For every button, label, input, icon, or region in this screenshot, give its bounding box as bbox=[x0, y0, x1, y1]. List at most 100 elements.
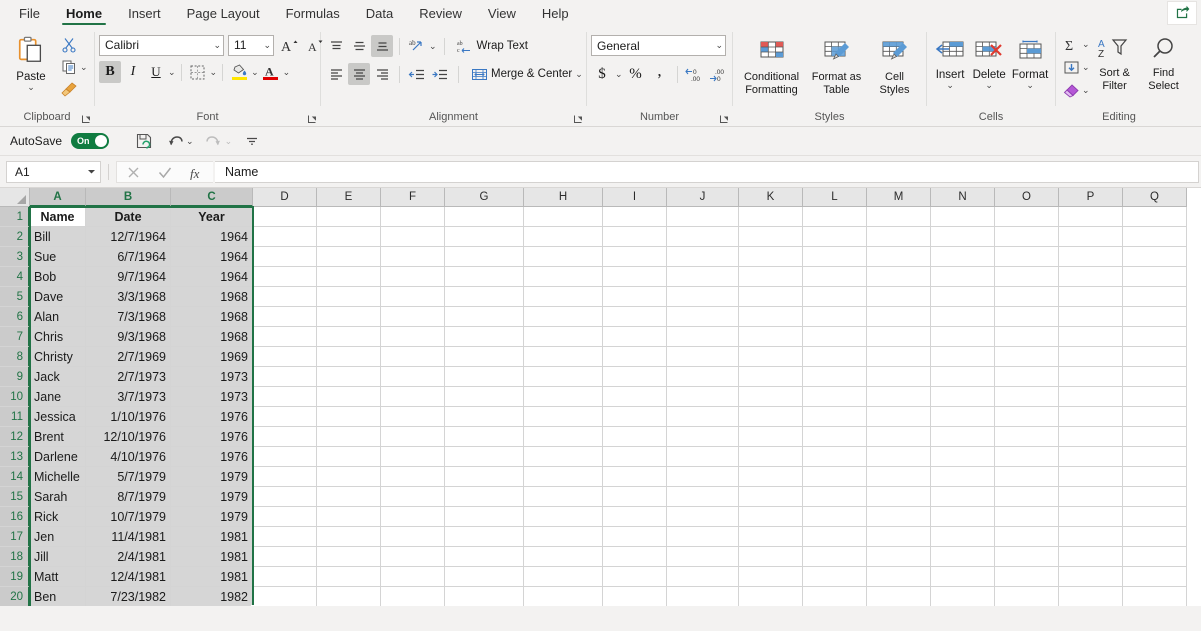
cell-L10[interactable] bbox=[803, 387, 867, 407]
cell-I5[interactable] bbox=[603, 287, 667, 307]
cell-P6[interactable] bbox=[1059, 307, 1123, 327]
cell-P12[interactable] bbox=[1059, 427, 1123, 447]
cell-E4[interactable] bbox=[317, 267, 381, 287]
cell-J5[interactable] bbox=[667, 287, 739, 307]
cell-L2[interactable] bbox=[803, 227, 867, 247]
cell-K10[interactable] bbox=[739, 387, 803, 407]
underline-dropdown-caret[interactable]: ⌄ bbox=[168, 69, 176, 76]
row-header-2[interactable]: 2 bbox=[0, 227, 30, 247]
cell-B11[interactable]: 1/10/1976 bbox=[86, 407, 171, 427]
cell-N8[interactable] bbox=[931, 347, 995, 367]
cell-H19[interactable] bbox=[524, 567, 603, 587]
cell-C7[interactable]: 1968 bbox=[171, 327, 253, 347]
cell-I11[interactable] bbox=[603, 407, 667, 427]
cell-M2[interactable] bbox=[867, 227, 931, 247]
share-button[interactable] bbox=[1167, 1, 1197, 25]
cell-C3[interactable]: 1964 bbox=[171, 247, 253, 267]
cell-L20[interactable] bbox=[803, 587, 867, 606]
row-header-10[interactable]: 10 bbox=[0, 387, 30, 407]
cell-J20[interactable] bbox=[667, 587, 739, 606]
cell-J8[interactable] bbox=[667, 347, 739, 367]
format-cells-button[interactable]: Format ⌄ bbox=[1009, 35, 1051, 89]
cell-M15[interactable] bbox=[867, 487, 931, 507]
cell-B19[interactable]: 12/4/1981 bbox=[86, 567, 171, 587]
cell-K3[interactable] bbox=[739, 247, 803, 267]
cell-I6[interactable] bbox=[603, 307, 667, 327]
cell-C8[interactable]: 1969 bbox=[171, 347, 253, 367]
cell-N12[interactable] bbox=[931, 427, 995, 447]
cut-button[interactable] bbox=[58, 34, 80, 56]
column-header-f[interactable]: F bbox=[381, 188, 445, 207]
cell-E1[interactable] bbox=[317, 207, 381, 227]
sort-filter-button[interactable]: A Z Sort & Filter bbox=[1090, 33, 1140, 93]
column-header-e[interactable]: E bbox=[317, 188, 381, 207]
cell-F5[interactable] bbox=[381, 287, 445, 307]
autosum-button[interactable]: Σ bbox=[1060, 33, 1082, 55]
cell-H18[interactable] bbox=[524, 547, 603, 567]
cell-L6[interactable] bbox=[803, 307, 867, 327]
cell-I12[interactable] bbox=[603, 427, 667, 447]
align-bottom-button[interactable] bbox=[371, 35, 393, 57]
copy-button[interactable] bbox=[58, 56, 80, 78]
cell-Q5[interactable] bbox=[1123, 287, 1187, 307]
format-dropdown-caret[interactable]: ⌄ bbox=[1026, 82, 1034, 89]
cell-G8[interactable] bbox=[445, 347, 524, 367]
format-as-table-button[interactable]: Format as Table bbox=[808, 35, 866, 97]
clipboard-dialog-launcher[interactable] bbox=[81, 114, 92, 125]
cell-A4[interactable]: Bob bbox=[30, 267, 86, 287]
cell-G16[interactable] bbox=[445, 507, 524, 527]
cell-B2[interactable]: 12/7/1964 bbox=[86, 227, 171, 247]
cell-F2[interactable] bbox=[381, 227, 445, 247]
cell-D3[interactable] bbox=[253, 247, 317, 267]
cell-D7[interactable] bbox=[253, 327, 317, 347]
cell-Q12[interactable] bbox=[1123, 427, 1187, 447]
row-header-8[interactable]: 8 bbox=[0, 347, 30, 367]
row-header-17[interactable]: 17 bbox=[0, 527, 30, 547]
cell-F8[interactable] bbox=[381, 347, 445, 367]
increase-indent-button[interactable] bbox=[429, 63, 451, 85]
undo-dropdown-caret[interactable]: ⌄ bbox=[186, 138, 194, 145]
delete-dropdown-caret[interactable]: ⌄ bbox=[985, 82, 993, 89]
cell-B12[interactable]: 12/10/1976 bbox=[86, 427, 171, 447]
cell-D2[interactable] bbox=[253, 227, 317, 247]
cell-M16[interactable] bbox=[867, 507, 931, 527]
cell-O20[interactable] bbox=[995, 587, 1059, 606]
cell-B10[interactable]: 3/7/1973 bbox=[86, 387, 171, 407]
cell-D16[interactable] bbox=[253, 507, 317, 527]
align-center-button[interactable] bbox=[348, 63, 370, 85]
cell-J4[interactable] bbox=[667, 267, 739, 287]
cell-Q2[interactable] bbox=[1123, 227, 1187, 247]
cell-B18[interactable]: 2/4/1981 bbox=[86, 547, 171, 567]
cell-E20[interactable] bbox=[317, 587, 381, 606]
row-header-9[interactable]: 9 bbox=[0, 367, 30, 387]
cell-C16[interactable]: 1979 bbox=[171, 507, 253, 527]
cell-H12[interactable] bbox=[524, 427, 603, 447]
cell-D15[interactable] bbox=[253, 487, 317, 507]
cell-O2[interactable] bbox=[995, 227, 1059, 247]
cell-I19[interactable] bbox=[603, 567, 667, 587]
cell-H15[interactable] bbox=[524, 487, 603, 507]
cell-K12[interactable] bbox=[739, 427, 803, 447]
cell-Q15[interactable] bbox=[1123, 487, 1187, 507]
autosum-dropdown-caret[interactable]: ⌄ bbox=[1082, 41, 1090, 48]
cell-L13[interactable] bbox=[803, 447, 867, 467]
row-header-13[interactable]: 13 bbox=[0, 447, 30, 467]
number-dialog-launcher[interactable] bbox=[719, 114, 730, 125]
cell-J2[interactable] bbox=[667, 227, 739, 247]
cell-Q13[interactable] bbox=[1123, 447, 1187, 467]
cell-D5[interactable] bbox=[253, 287, 317, 307]
cell-D17[interactable] bbox=[253, 527, 317, 547]
cell-M12[interactable] bbox=[867, 427, 931, 447]
cell-M6[interactable] bbox=[867, 307, 931, 327]
cell-M8[interactable] bbox=[867, 347, 931, 367]
cell-B8[interactable]: 2/7/1969 bbox=[86, 347, 171, 367]
cell-F15[interactable] bbox=[381, 487, 445, 507]
cell-A11[interactable]: Jessica bbox=[30, 407, 86, 427]
cell-I9[interactable] bbox=[603, 367, 667, 387]
bold-button[interactable]: B bbox=[99, 61, 121, 83]
cell-F9[interactable] bbox=[381, 367, 445, 387]
cell-G10[interactable] bbox=[445, 387, 524, 407]
cell-Q9[interactable] bbox=[1123, 367, 1187, 387]
tab-page-layout[interactable]: Page Layout bbox=[174, 0, 273, 26]
column-header-j[interactable]: J bbox=[667, 188, 739, 207]
